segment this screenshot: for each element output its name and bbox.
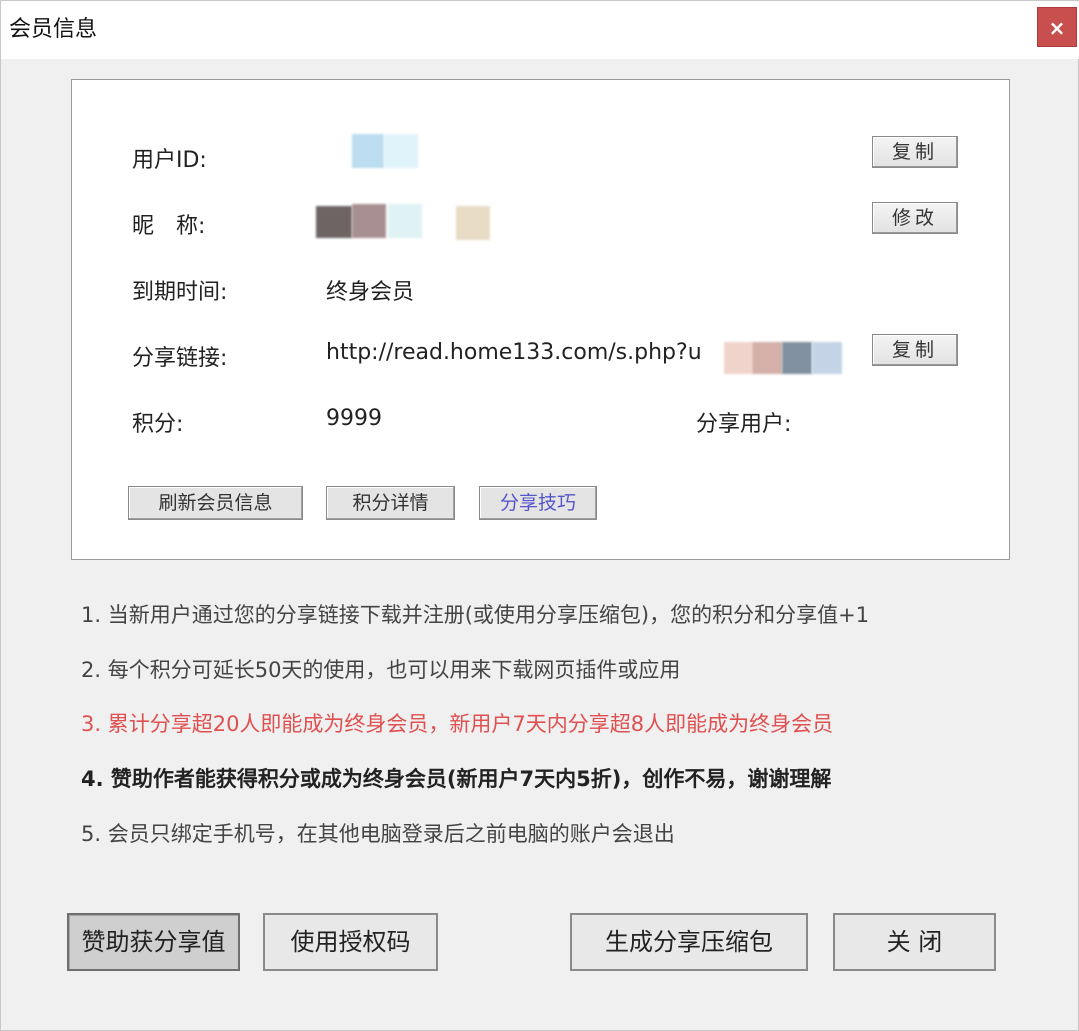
share-tips-button[interactable]: 分享技巧	[479, 486, 597, 520]
share-link-label: 分享链接:	[132, 346, 228, 371]
note-1: 1. 当新用户通过您的分享链接下载并注册(或使用分享压缩包)，您的积分和分享值+…	[81, 603, 870, 627]
expiry-value: 终身会员	[326, 280, 415, 305]
generate-share-package-button[interactable]: 生成分享压缩包	[570, 913, 808, 971]
share-users-label: 分享用户:	[696, 412, 792, 437]
points-value: 9999	[326, 406, 382, 431]
note-2: 2. 每个积分可延长50天的使用，也可以用来下载网页插件或应用	[81, 658, 681, 682]
points-detail-button[interactable]: 积分详情	[326, 486, 455, 520]
refresh-member-info-button[interactable]: 刷新会员信息	[128, 486, 303, 520]
share-link-redacted	[724, 342, 844, 374]
sponsor-button[interactable]: 赞助获分享值	[67, 913, 240, 971]
close-icon[interactable]: ×	[1037, 7, 1077, 47]
close-button[interactable]: 关 闭	[833, 913, 996, 971]
note-5: 5. 会员只绑定手机号，在其他电脑登录后之前电脑的账户会退出	[81, 822, 675, 846]
share-link-value: http://read.home133.com/s.php?u	[326, 340, 702, 365]
member-info-panel: 用户ID: 复制 昵 称: 修改 到期时间: 终身会员 分享链接: http:/…	[71, 79, 1010, 560]
nickname-label: 昵 称:	[132, 214, 206, 239]
expiry-label: 到期时间:	[132, 280, 228, 305]
window-title: 会员信息	[9, 17, 98, 42]
user-id-label: 用户ID:	[132, 148, 207, 173]
points-label: 积分:	[132, 412, 184, 437]
copy-user-id-button[interactable]: 复制	[872, 136, 958, 168]
nickname-value-redacted	[316, 202, 496, 240]
note-3: 3. 累计分享超20人即能成为终身会员，新用户7天内分享超8人即能成为终身会员	[81, 712, 834, 736]
use-auth-code-button[interactable]: 使用授权码	[263, 913, 438, 971]
user-id-value-redacted	[352, 134, 420, 168]
title-bar: 会员信息 ×	[1, 1, 1079, 59]
note-4: 4. 赞助作者能获得积分或成为终身会员(新用户7天内5折)，创作不易，谢谢理解	[81, 767, 832, 791]
member-info-window: 会员信息 × 用户ID: 复制 昵 称: 修改 到期时间: 终身会员 分享链接:…	[0, 0, 1079, 1031]
modify-nickname-button[interactable]: 修改	[872, 202, 958, 234]
copy-share-link-button[interactable]: 复制	[872, 334, 958, 366]
